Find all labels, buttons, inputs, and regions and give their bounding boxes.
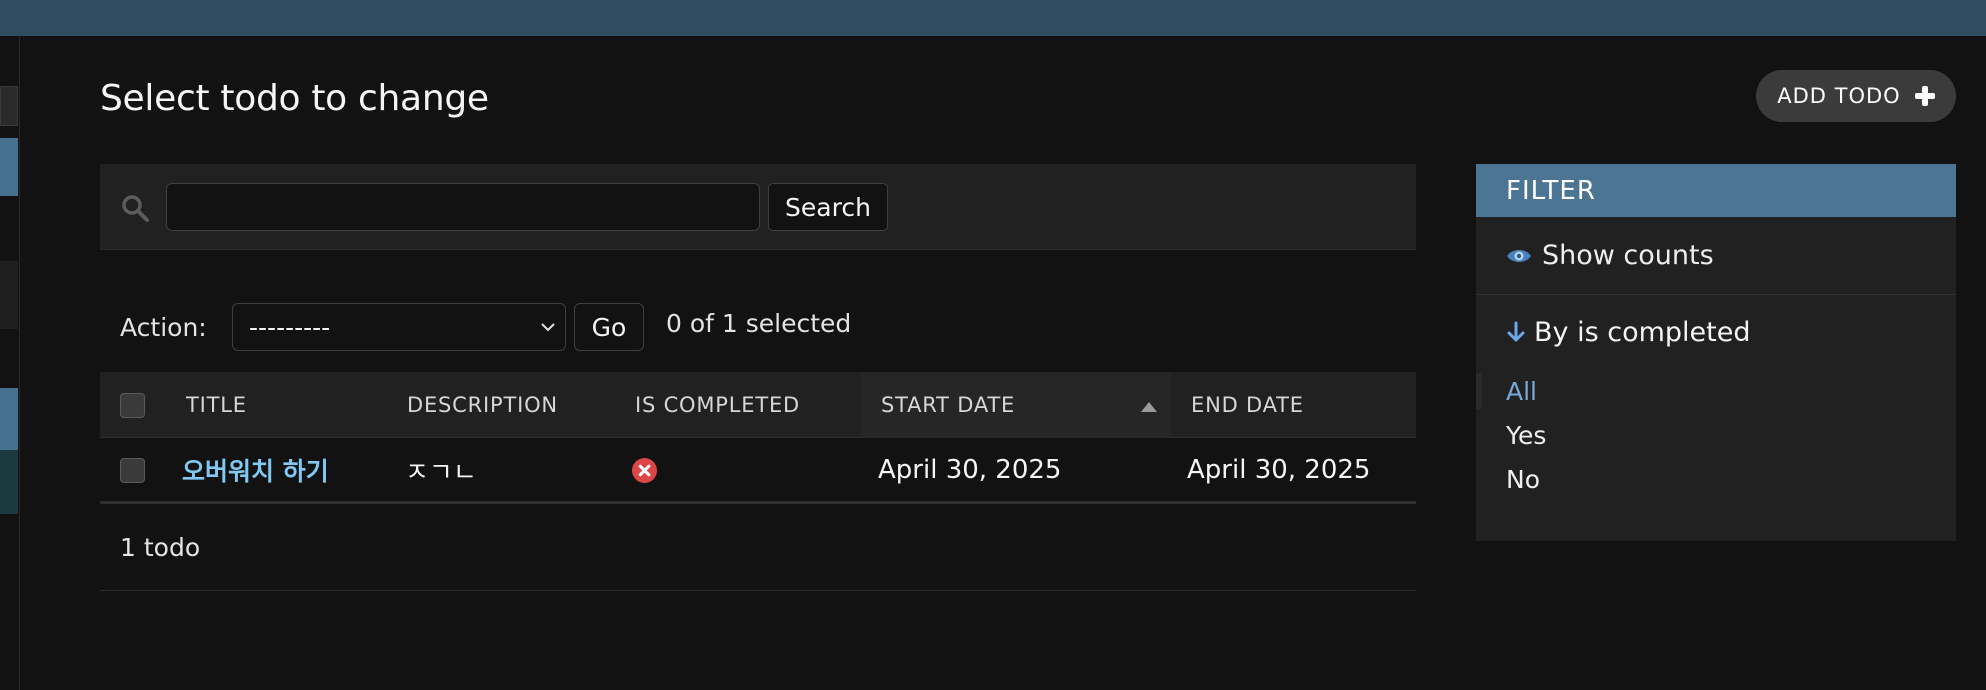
sidebar-item-active[interactable] xyxy=(0,138,18,196)
column-header-end-date[interactable]: END DATE xyxy=(1191,372,1411,438)
action-selected-value: --------- xyxy=(249,312,331,342)
cell-end-date: April 30, 2025 xyxy=(1187,455,1371,485)
sidebar-filter-input[interactable] xyxy=(0,86,18,126)
sort-up-icon[interactable] xyxy=(1141,402,1157,412)
filter-section-label: By is completed xyxy=(1534,316,1751,348)
cell-description: ㅈㄱㄴ xyxy=(405,457,477,488)
x-circle-icon xyxy=(632,457,657,483)
add-todo-button[interactable]: ADD TODO xyxy=(1756,70,1956,122)
filter-header: FILTER xyxy=(1476,164,1956,217)
select-all-checkbox[interactable] xyxy=(120,392,145,418)
selected-marker xyxy=(1476,373,1482,409)
filter-panel: FILTER Show counts By is completed All Y… xyxy=(1476,164,1956,541)
filter-option-all-label: All xyxy=(1506,376,1537,406)
top-header-bar xyxy=(0,0,1986,36)
search-button[interactable]: Search xyxy=(768,183,888,231)
go-button[interactable]: Go xyxy=(574,303,644,351)
selected-count: 0 of 1 selected xyxy=(666,309,852,338)
filter-option-yes[interactable]: Yes xyxy=(1506,413,1956,457)
collapsed-sidebar xyxy=(0,36,20,690)
filter-option-no[interactable]: No xyxy=(1506,457,1956,501)
column-header-title[interactable]: TITLE xyxy=(186,372,386,438)
action-label: Action: xyxy=(120,313,207,342)
column-header-description[interactable]: DESCRIPTION xyxy=(407,372,607,438)
plus-icon xyxy=(1914,86,1935,106)
cell-is-completed xyxy=(632,438,657,502)
row-select-cell xyxy=(120,438,145,502)
filter-section-title[interactable]: By is completed xyxy=(1506,295,1956,369)
paginator: 1 todo xyxy=(100,505,1416,591)
page-title: Select todo to change xyxy=(100,78,489,119)
search-toolbar: Search xyxy=(100,164,1416,250)
sidebar-item-active-model[interactable] xyxy=(0,388,18,450)
column-header-start-date[interactable]: START DATE xyxy=(861,372,1171,438)
select-all-cell xyxy=(120,372,160,438)
add-todo-label: ADD TODO xyxy=(1777,84,1901,108)
arrow-down-icon xyxy=(1507,321,1525,342)
row-checkbox[interactable] xyxy=(120,457,145,483)
table-row: 오버워치 하기 ㅈㄱㄴ April 30, 2025 April 30, 202… xyxy=(100,438,1416,504)
search-icon xyxy=(122,195,149,222)
cell-title: 오버워치 하기 xyxy=(182,438,329,502)
todo-title-link[interactable]: 오버워치 하기 xyxy=(182,452,329,488)
column-header-is-completed[interactable]: IS COMPLETED xyxy=(635,372,855,438)
show-counts-link[interactable]: Show counts xyxy=(1476,217,1956,295)
filter-option-all[interactable]: All xyxy=(1476,369,1956,413)
sidebar-item[interactable] xyxy=(0,261,18,329)
table-header: TITLE DESCRIPTION IS COMPLETED START DAT… xyxy=(100,372,1416,438)
action-select[interactable]: --------- xyxy=(232,303,566,351)
eye-icon xyxy=(1507,249,1531,262)
chevron-down-icon xyxy=(541,323,555,332)
search-input[interactable] xyxy=(166,183,760,231)
filter-section-is-completed: By is completed All Yes No xyxy=(1476,295,1956,501)
result-list-table: TITLE DESCRIPTION IS COMPLETED START DAT… xyxy=(100,372,1416,504)
sidebar-item-add[interactable] xyxy=(0,450,18,514)
cell-start-date: April 30, 2025 xyxy=(878,455,1062,485)
column-header-start-date-label: START DATE xyxy=(881,393,1016,417)
show-counts-label: Show counts xyxy=(1542,240,1714,271)
